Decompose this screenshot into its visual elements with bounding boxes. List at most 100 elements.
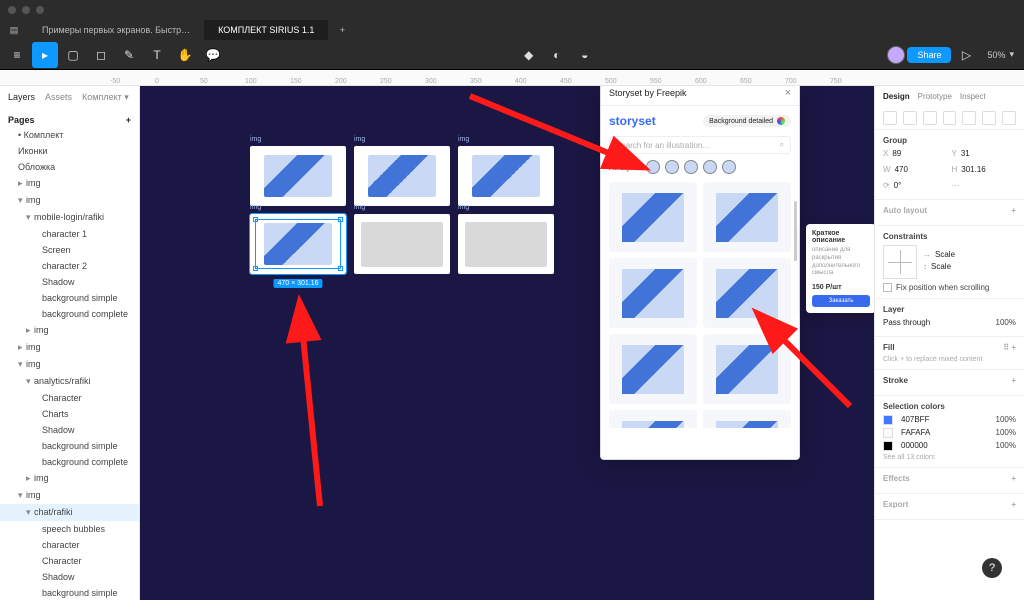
color-hex[interactable]: 000000 xyxy=(901,441,928,451)
layers-tab[interactable]: Layers xyxy=(8,92,35,103)
menu-button[interactable]: ≡ xyxy=(4,42,30,68)
plugin-search-input[interactable]: Search for an illustration… ⌕ xyxy=(609,136,791,154)
page-item[interactable]: Иконки xyxy=(0,143,139,159)
constraint-v[interactable]: Scale xyxy=(931,262,951,271)
layer-row[interactable]: character 1 xyxy=(0,226,139,242)
frame-tool[interactable]: ▢ xyxy=(60,42,86,68)
page-item[interactable]: • Комплект xyxy=(0,127,139,143)
traffic-max[interactable] xyxy=(36,6,44,14)
card-cta-button[interactable]: Заказать xyxy=(812,295,870,307)
hand-tool[interactable]: ✋ xyxy=(172,42,198,68)
illustration-cell[interactable] xyxy=(609,258,697,328)
zoom-level[interactable]: 50%▾ xyxy=(987,49,1014,60)
layer-row[interactable]: background simple xyxy=(0,290,139,306)
traffic-close[interactable] xyxy=(8,6,16,14)
inspect-tab[interactable]: Inspect xyxy=(960,92,986,101)
layer-row[interactable]: character xyxy=(0,537,139,553)
layer-row[interactable]: Shadow xyxy=(0,569,139,585)
illustration-cell[interactable] xyxy=(703,258,791,328)
rotation-value[interactable]: 0° xyxy=(894,181,902,190)
comment-tool[interactable]: 💬 xyxy=(200,42,226,68)
layer-row[interactable]: ▾chat/rafiki xyxy=(0,504,139,521)
help-button[interactable]: ? xyxy=(982,558,1002,578)
layer-row[interactable]: ▸img xyxy=(0,339,139,356)
illustration-cell[interactable] xyxy=(609,182,697,252)
opacity-value[interactable]: 100% xyxy=(996,318,1016,327)
y-value[interactable]: 31 xyxy=(961,149,970,158)
constraint-h[interactable]: Scale xyxy=(935,250,955,259)
illustration-cell[interactable] xyxy=(609,410,697,428)
layer-row[interactable]: background simple xyxy=(0,438,139,454)
style-avatar[interactable] xyxy=(722,160,736,174)
layer-row[interactable]: Shadow xyxy=(0,274,139,290)
style-avatar[interactable] xyxy=(665,160,679,174)
fix-scroll-checkbox[interactable] xyxy=(883,283,892,292)
align-right-icon[interactable] xyxy=(923,111,937,125)
traffic-min[interactable] xyxy=(22,6,30,14)
align-hcenter-icon[interactable] xyxy=(903,111,917,125)
layer-row[interactable]: ▸img xyxy=(0,322,139,339)
frame-thumb[interactable]: img xyxy=(458,214,554,274)
pen-tool[interactable]: ✎ xyxy=(116,42,142,68)
background-mode-toggle[interactable]: Background detailed xyxy=(703,115,791,127)
frame-thumb[interactable]: img xyxy=(354,214,450,274)
x-value[interactable]: 89 xyxy=(892,149,901,158)
component-icon[interactable]: ◆ xyxy=(516,42,542,68)
present-button[interactable]: ▷ xyxy=(953,42,979,68)
page-item[interactable]: Обложка xyxy=(0,159,139,175)
description-card[interactable]: Краткое описание описание для раскрытия … xyxy=(806,224,874,313)
layer-row[interactable]: ▾img xyxy=(0,487,139,504)
boolean-icon[interactable]: ◒ xyxy=(572,42,598,68)
constraint-widget[interactable] xyxy=(883,245,917,279)
plugin-window[interactable]: Storyset by Freepik × storyset Backgroun… xyxy=(600,86,800,460)
layer-row[interactable]: background complete xyxy=(0,454,139,470)
design-tab[interactable]: Design xyxy=(883,92,910,101)
layer-row[interactable]: ▾analytics/rafiki xyxy=(0,373,139,390)
assets-tab[interactable]: Assets xyxy=(45,92,72,103)
style-avatar[interactable] xyxy=(684,160,698,174)
layer-row[interactable]: ▸img xyxy=(0,175,139,192)
layer-row[interactable]: ▾img xyxy=(0,356,139,373)
illustration-cell[interactable] xyxy=(609,334,697,404)
style-avatar[interactable] xyxy=(646,160,660,174)
new-tab-button[interactable]: + xyxy=(328,20,356,40)
h-value[interactable]: 301.16 xyxy=(961,165,985,174)
add-page-button[interactable]: + xyxy=(126,115,131,125)
align-more-icon[interactable] xyxy=(1002,111,1016,125)
user-avatar[interactable] xyxy=(887,46,905,64)
illustration-cell[interactable] xyxy=(703,410,791,428)
canvas[interactable]: img img img img 470 × 301.16 img img Sto… xyxy=(140,86,874,600)
align-top-icon[interactable] xyxy=(943,111,957,125)
close-icon[interactable]: × xyxy=(785,87,791,99)
align-left-icon[interactable] xyxy=(883,111,897,125)
frame-thumb[interactable]: img xyxy=(458,146,554,206)
blend-mode[interactable]: Pass through xyxy=(883,318,930,327)
align-vcenter-icon[interactable] xyxy=(962,111,976,125)
illustration-cell[interactable] xyxy=(703,182,791,252)
move-tool[interactable]: ▸ xyxy=(32,42,58,68)
share-button[interactable]: Share xyxy=(907,47,951,63)
layer-row[interactable]: Charts xyxy=(0,406,139,422)
layer-row[interactable]: ▾mobile-login/rafiki xyxy=(0,209,139,226)
add-autolayout-icon[interactable]: + xyxy=(1011,206,1016,215)
illustration-cell[interactable] xyxy=(703,334,791,404)
frame-thumb[interactable]: img xyxy=(250,146,346,206)
layer-row[interactable]: ▸img xyxy=(0,470,139,487)
page-dropdown[interactable]: Комплект ▾ xyxy=(82,92,129,103)
layer-row[interactable]: Character xyxy=(0,553,139,569)
layer-row[interactable]: speech bubbles xyxy=(0,521,139,537)
more-icon[interactable]: ⋯ xyxy=(952,181,960,190)
file-tab-1[interactable]: Примеры первых экранов. Быстр… xyxy=(28,20,204,40)
see-all-colors[interactable]: See all 13 colors xyxy=(883,454,1016,461)
shape-tool[interactable]: ◻ xyxy=(88,42,114,68)
color-hex[interactable]: FAFAFA xyxy=(901,428,930,438)
layer-row[interactable]: Shadow xyxy=(0,422,139,438)
style-avatar[interactable] xyxy=(703,160,717,174)
layer-row[interactable]: background complete xyxy=(0,306,139,322)
home-tab[interactable]: ▤ xyxy=(0,20,28,40)
frame-thumb[interactable]: img xyxy=(354,146,450,206)
plugin-scrollbar[interactable] xyxy=(794,201,797,261)
align-bottom-icon[interactable] xyxy=(982,111,996,125)
text-tool[interactable]: T xyxy=(144,42,170,68)
mask-icon[interactable]: ◐ xyxy=(544,42,570,68)
